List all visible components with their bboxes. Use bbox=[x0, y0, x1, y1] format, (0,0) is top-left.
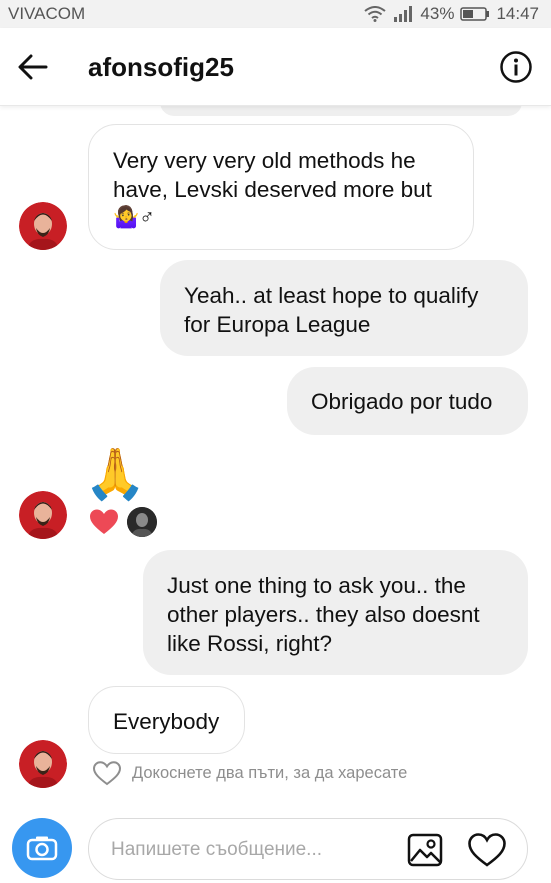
message-text-line: Obrigado por tudo bbox=[311, 389, 493, 414]
chat-username[interactable]: afonsofig25 bbox=[88, 52, 234, 83]
avatar-image bbox=[19, 491, 67, 539]
message-bubble-outgoing[interactable]: Obrigado por tudo bbox=[287, 367, 528, 435]
message-text-line: other players.. they also doesnt bbox=[167, 602, 480, 627]
message-text-line: for Europa League bbox=[184, 312, 371, 337]
avatar[interactable] bbox=[19, 202, 67, 250]
shrug-emoji: 🤷‍♀️ bbox=[113, 206, 140, 229]
message-text-line: like Rossi, right? bbox=[167, 631, 333, 656]
heart-reaction-icon bbox=[90, 509, 118, 534]
battery-percent: 43% bbox=[420, 4, 455, 23]
male-sign: ♂ bbox=[139, 206, 155, 229]
message-bubble-outgoing[interactable]: Yeah.. at least hope to qualify for Euro… bbox=[160, 260, 528, 356]
heart-outline-icon bbox=[92, 761, 122, 786]
status-icons: 43% 14:47 bbox=[364, 4, 539, 24]
status-bar: VIVACOM 43% 14:47 bbox=[0, 0, 551, 28]
message-emoji-large[interactable]: 🙏 bbox=[84, 446, 146, 502]
camera-button[interactable] bbox=[12, 818, 72, 878]
message-input-container bbox=[88, 818, 528, 880]
message-text-line: have, Levski deserved more but bbox=[113, 177, 432, 202]
avatar[interactable] bbox=[19, 740, 67, 788]
double-tap-like-hint[interactable]: Докоснете два пъти, за да харесате bbox=[92, 760, 407, 786]
camera-icon bbox=[26, 836, 58, 861]
message-bubble-incoming[interactable]: Very very very old methods he have, Levs… bbox=[88, 124, 474, 250]
message-text-line: Everybody bbox=[113, 709, 220, 734]
gallery-icon[interactable] bbox=[407, 833, 443, 867]
clock: 14:47 bbox=[496, 4, 539, 23]
wifi-icon bbox=[364, 6, 387, 22]
arrow-left-icon bbox=[18, 54, 48, 80]
carrier-name: VIVACOM bbox=[8, 4, 86, 23]
message-bubble-incoming[interactable]: Everybody bbox=[88, 686, 245, 754]
signal-icon bbox=[394, 6, 413, 22]
like-hint-text: Докоснете два пъти, за да харесате bbox=[132, 763, 408, 782]
avatar-image bbox=[19, 202, 67, 250]
message-text-line: Just one thing to ask you.. the bbox=[167, 573, 466, 598]
message-text-line: Yeah.. at least hope to qualify bbox=[184, 283, 479, 308]
message-bubble-outgoing[interactable]: Just one thing to ask you.. the other pl… bbox=[143, 550, 528, 675]
message-composer bbox=[0, 808, 551, 883]
message-emoji-line: 🤷‍♀️♂ bbox=[113, 204, 473, 232]
info-circle-icon[interactable] bbox=[499, 50, 533, 84]
heart-icon[interactable] bbox=[467, 832, 507, 868]
reactor-avatar bbox=[127, 507, 157, 537]
back-button[interactable] bbox=[16, 52, 50, 82]
message-input[interactable] bbox=[111, 835, 391, 865]
battery-icon bbox=[460, 7, 490, 21]
message-text-line: Very very very old methods he bbox=[113, 148, 416, 173]
chat-header: afonsofig25 bbox=[0, 28, 551, 106]
avatar[interactable] bbox=[19, 491, 67, 539]
avatar-image bbox=[19, 740, 67, 788]
reaction-row[interactable] bbox=[89, 507, 157, 537]
